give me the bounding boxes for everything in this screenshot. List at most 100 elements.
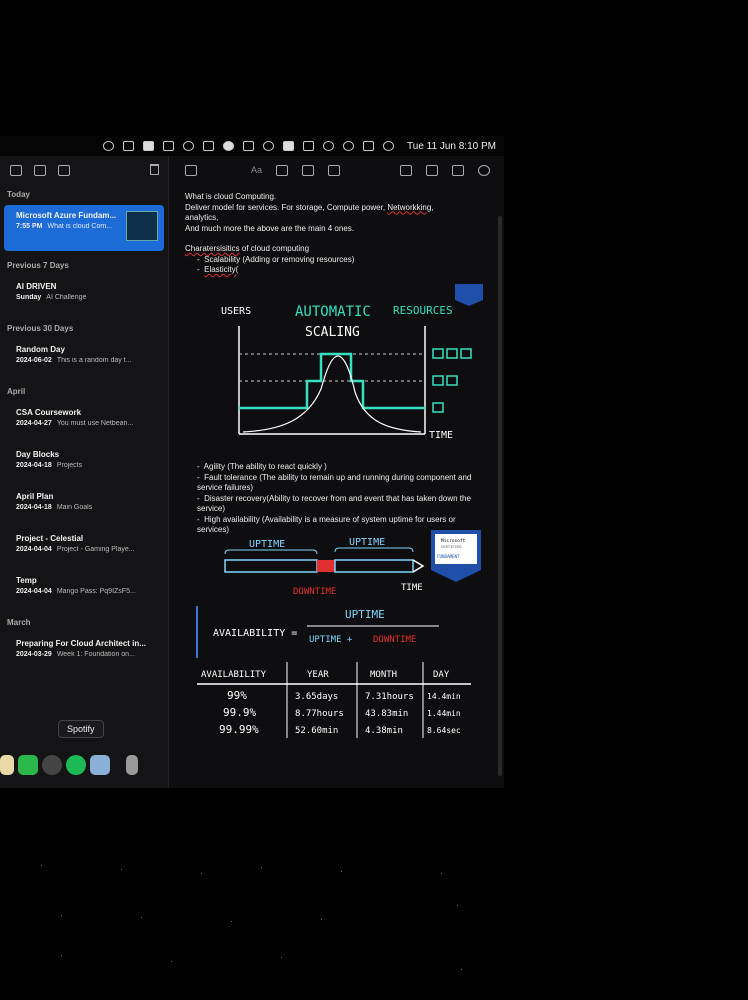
search-icon[interactable] (343, 141, 355, 151)
diamond-icon[interactable] (183, 141, 195, 151)
keyboard-key: · (456, 900, 459, 910)
users-label: USERS (221, 306, 251, 317)
note-snippet: This is a random day t... (56, 357, 132, 364)
wifi-icon[interactable] (323, 141, 335, 151)
table-cell: 3.65days (295, 692, 338, 702)
keyboard-key: · (440, 868, 443, 878)
note-date: 2024-03-29 (16, 651, 52, 658)
table-cell: 1.44min (427, 709, 461, 718)
note-item[interactable]: Random Day 2024-06-02 This is a random day… (4, 339, 164, 377)
note-snippet: Projects (56, 462, 83, 469)
cloud-icon[interactable] (223, 141, 235, 151)
availability-table: AVAILABILITY YEAR MONTH DAY 99% 3.65days… (197, 662, 471, 738)
sidebar-toggle-icon[interactable] (10, 164, 22, 176)
uptime-bar-right (334, 559, 414, 573)
table-cell: 99% (227, 689, 247, 702)
gallery-view-icon[interactable] (58, 164, 70, 176)
keyboard-key: · (230, 916, 233, 926)
screenshot-icon[interactable] (123, 141, 135, 151)
time-label: TIME (429, 430, 453, 441)
list-view-icon[interactable] (34, 164, 46, 176)
collaborate-icon[interactable] (400, 164, 413, 176)
share-icon[interactable] (452, 164, 465, 176)
table-cell: 14.4min (427, 692, 461, 701)
search-notes-icon[interactable] (478, 164, 491, 176)
checklist-icon[interactable] (276, 164, 289, 176)
media-icon[interactable] (328, 164, 341, 176)
note-title: CSA Coursework (16, 408, 82, 417)
note-list: Today Microsoft Azure Fundam... 7:55 PM Wha… (0, 184, 168, 671)
keyboard-area: · · · · · · · · · · · · · · · (0, 840, 520, 1000)
table-cell: 8.64sec (427, 726, 461, 735)
keyboard-key: · (140, 912, 143, 922)
note-item[interactable]: Day Blocks 2024-04-18 Projects (4, 444, 164, 482)
window-icon[interactable] (163, 141, 175, 151)
preview-icon[interactable] (90, 755, 110, 775)
note-date: 2024-04-04 (16, 546, 52, 553)
trash-bin-icon[interactable] (126, 755, 138, 775)
note-meta: Sunday AI Challenge (16, 294, 152, 301)
uptime-time-label: TIME (401, 583, 423, 593)
note-snippet: AI Challenge (46, 294, 87, 301)
table-header-month: MONTH (370, 670, 397, 680)
table-cell: 43.83min (365, 709, 408, 719)
body-line: What is cloud Computing. (185, 192, 277, 201)
note-item[interactable]: Temp 2024-04-04 Mango Pass: Pq9IZsF5... (4, 570, 164, 608)
formula-downtime: DOWNTIME (373, 635, 416, 645)
laptop-screen: Tue 11 Jun 8:10 PM Today Microsoft Azure … (0, 136, 504, 788)
lock-icon[interactable] (426, 164, 439, 176)
menu-clock[interactable]: Tue 11 Jun 8:10 PM (407, 141, 496, 152)
whatsapp-icon[interactable] (18, 755, 38, 775)
note-snippet: What is cloud Com... (47, 223, 113, 230)
note-date: Sunday (16, 294, 42, 301)
note-item[interactable]: Project - Celestial 2024-04-04 Project - G… (4, 528, 164, 566)
uptime-brace-left (224, 549, 318, 555)
table-cell: 99.9% (223, 706, 256, 719)
clipboard-icon[interactable] (203, 141, 215, 151)
note-date: 2024-04-18 (16, 504, 52, 511)
table-icon[interactable] (302, 164, 315, 176)
app-a-icon[interactable] (143, 141, 155, 151)
scaling-label: SCALING (305, 325, 360, 340)
keyboard-key: · (260, 862, 263, 872)
keyboard-key: · (120, 864, 123, 874)
note-date: 2024-04-04 (16, 588, 52, 595)
keyboard-key: · (320, 914, 323, 924)
siri-icon[interactable] (383, 141, 395, 151)
uptime-brace-right (334, 547, 414, 553)
section-header: March (7, 618, 31, 627)
bullet-item: - Agility (The ability to react quickly … (197, 462, 327, 471)
table-cell: 52.60min (295, 726, 338, 736)
battery-icon[interactable] (303, 141, 315, 151)
note-item[interactable]: April Plan 2024-04-18 Main Goals (4, 486, 164, 524)
text-style-button[interactable]: Aa (251, 165, 262, 175)
note-item[interactable]: CSA Coursework 2024-04-27 You must use Net… (4, 402, 164, 440)
note-item[interactable]: Microsoft Azure Fundam... 7:55 PM What is … (4, 205, 164, 251)
safari-icon[interactable] (42, 755, 62, 775)
control-center-icon[interactable] (363, 141, 375, 151)
keyboard-key: · (280, 952, 283, 962)
note-item[interactable]: AI DRIVEN Sunday AI Challenge (4, 276, 164, 314)
creative-cloud-icon[interactable] (103, 141, 115, 151)
trash-icon[interactable] (150, 164, 159, 175)
note-editor[interactable]: Aa What is cloud Computing. Deliver mode… (169, 156, 504, 788)
keyboard-input-icon[interactable] (283, 141, 295, 151)
note-snippet: Project - Gaming Playe... (56, 546, 135, 553)
note-meta: 2024-04-18 Projects (16, 462, 152, 469)
spotify-icon[interactable] (66, 755, 86, 775)
editor-toolbar: Aa (169, 156, 504, 184)
notes-sidebar: Today Microsoft Azure Fundam... 7:55 PM Wha… (0, 156, 169, 788)
body-line: And much more the above are the main 4 o… (185, 223, 354, 233)
note-meta: 2024-04-18 Main Goals (16, 504, 152, 511)
demand-curve (242, 355, 422, 433)
note-snippet: Mango Pass: Pq9IZsF5... (56, 588, 136, 595)
note-title: Day Blocks (16, 450, 60, 459)
section-header: Previous 30 Days (7, 324, 74, 333)
code-icon[interactable] (243, 141, 255, 151)
compose-icon[interactable] (185, 164, 197, 176)
keyboard-key: · (340, 866, 343, 876)
note-item[interactable]: Preparing For Cloud Architect in... 2024-… (4, 633, 164, 671)
play-icon[interactable] (263, 141, 275, 151)
notes-app-icon[interactable] (0, 755, 14, 775)
formula-numerator: UPTIME (345, 608, 385, 621)
